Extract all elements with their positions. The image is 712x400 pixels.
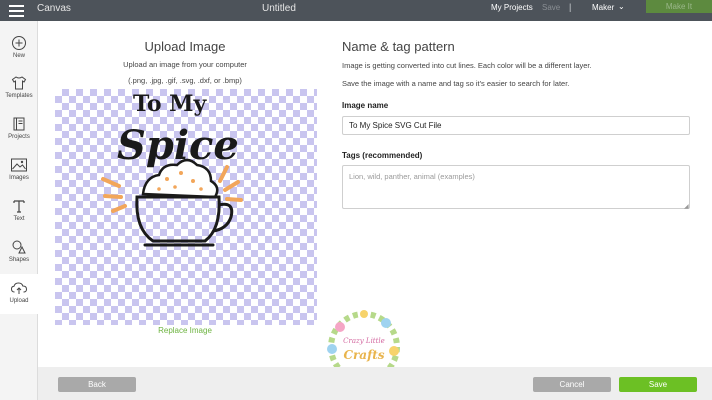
my-projects-link[interactable]: My Projects xyxy=(491,3,533,12)
footer-bar: Back Cancel Save xyxy=(38,367,712,400)
image-icon xyxy=(11,158,27,172)
image-name-input[interactable]: To My Spice SVG Cut File xyxy=(342,116,690,135)
sidebar-item-images[interactable]: Images xyxy=(0,151,38,191)
sidebar-item-label: New xyxy=(12,53,25,59)
image-name-label: Image name xyxy=(342,101,389,110)
sidebar-item-projects[interactable]: Projects xyxy=(0,110,38,150)
upload-panel-title: Upload Image xyxy=(144,39,226,54)
sidebar-item-templates[interactable]: Templates xyxy=(0,69,38,109)
resize-grip-icon[interactable]: ◢ xyxy=(684,203,689,210)
watermark-line1: Crazy Little xyxy=(343,337,385,345)
sidebar-item-label: Upload xyxy=(9,298,29,304)
tags-label: Tags (recommended) xyxy=(342,151,423,160)
preview-art-text-line1: To My xyxy=(133,91,208,117)
sidebar-item-label: Templates xyxy=(5,93,33,99)
sidebar-item-label: Projects xyxy=(8,134,30,140)
separator: | xyxy=(569,2,572,12)
upload-formats-hint: (.png, .jpg, .gif, .svg, .dxf, or .bmp) xyxy=(128,76,242,85)
cancel-button[interactable]: Cancel xyxy=(533,377,611,392)
sidebar-item-upload[interactable]: Upload xyxy=(0,274,38,314)
watermark-line2: Crafts xyxy=(343,348,384,362)
sidebar-item-shapes[interactable]: Shapes xyxy=(0,233,38,273)
name-tag-panel-title: Name & tag pattern xyxy=(342,39,455,54)
save-hint-text: Save the image with a name and tag so it… xyxy=(342,79,570,88)
book-icon xyxy=(13,117,25,131)
image-preview: To My Spice xyxy=(55,89,317,325)
machine-selector[interactable]: Maker xyxy=(592,3,614,12)
conversion-info-text: Image is getting converted into cut line… xyxy=(342,61,592,70)
left-sidebar: New Templates Projects Images Text Shape… xyxy=(0,21,38,400)
shapes-icon xyxy=(12,240,26,254)
save-link[interactable]: Save xyxy=(542,3,560,12)
top-bar: Canvas Untitled My Projects Save | Maker… xyxy=(0,0,712,21)
text-icon xyxy=(13,200,25,213)
replace-image-link[interactable]: Replace Image xyxy=(130,326,240,335)
hamburger-menu-icon[interactable] xyxy=(9,3,24,17)
make-it-button[interactable]: Make It xyxy=(646,0,712,13)
sidebar-item-new[interactable]: New xyxy=(0,29,38,69)
cloud-upload-icon xyxy=(10,282,28,294)
upload-panel-subtitle: Upload an image from your computer xyxy=(123,60,247,69)
sidebar-item-label: Images xyxy=(9,175,29,181)
app-title: Canvas xyxy=(37,3,71,14)
save-button[interactable]: Save xyxy=(619,377,697,392)
sidebar-item-text[interactable]: Text xyxy=(0,192,38,232)
preview-art-text-line2: Spice xyxy=(117,122,239,169)
back-button[interactable]: Back xyxy=(58,377,136,392)
sidebar-item-label: Text xyxy=(13,216,25,222)
sidebar-item-label: Shapes xyxy=(8,257,30,263)
document-title[interactable]: Untitled xyxy=(262,3,296,14)
preview-artwork: To My Spice xyxy=(101,91,243,247)
plus-circle-icon xyxy=(12,36,26,50)
shirt-icon xyxy=(11,76,27,90)
tags-textarea[interactable]: Lion, wild, panther, animal (examples) xyxy=(342,165,690,209)
chevron-down-icon[interactable]: ⌄ xyxy=(618,2,625,11)
